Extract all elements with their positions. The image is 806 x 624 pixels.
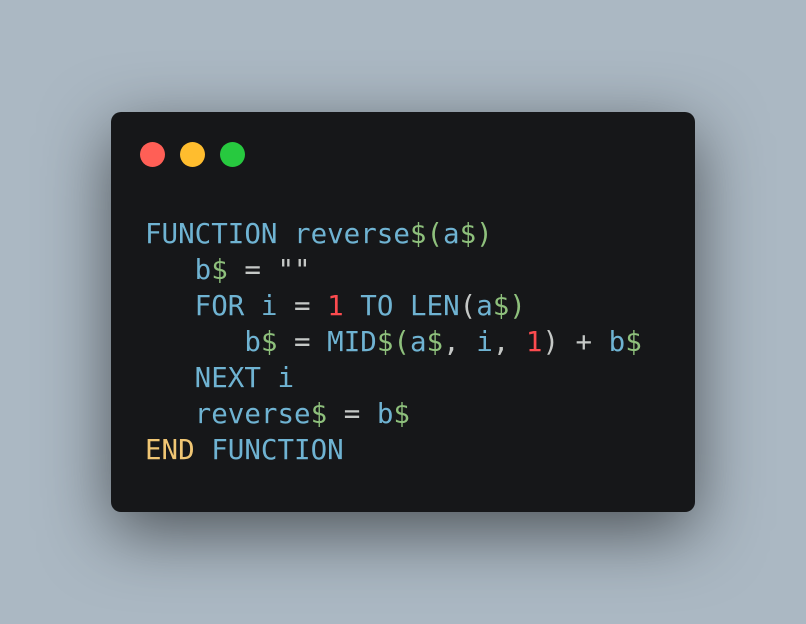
code-token: reverse bbox=[194, 398, 311, 430]
code-token: b bbox=[608, 326, 626, 358]
code-block: FUNCTION reverse$(a$) b$ = "" FOR i = 1 … bbox=[145, 216, 642, 468]
maximize-button[interactable] bbox=[220, 142, 245, 167]
code-line: FUNCTION reverse$(a$) bbox=[145, 216, 642, 252]
code-token: MID bbox=[327, 326, 377, 358]
code-token: FUNCTION bbox=[211, 434, 344, 466]
code-token: $ bbox=[211, 254, 228, 286]
code-line: FOR i = 1 TO LEN(a$) bbox=[145, 288, 642, 324]
code-token: NEXT bbox=[194, 362, 261, 394]
code-token: FUNCTION bbox=[145, 218, 278, 250]
code-token: = bbox=[277, 326, 328, 358]
code-token: a bbox=[476, 290, 493, 322]
code-token: = bbox=[327, 398, 377, 430]
code-line: reverse$ = b$ bbox=[145, 396, 642, 432]
code-token: b bbox=[376, 398, 394, 430]
code-token: , bbox=[492, 326, 526, 358]
code-token: "" bbox=[277, 254, 311, 286]
code-token: ( bbox=[459, 290, 477, 322]
code-line: END FUNCTION bbox=[145, 432, 642, 468]
code-token: 1 bbox=[327, 290, 344, 322]
code-window: FUNCTION reverse$(a$) b$ = "" FOR i = 1 … bbox=[111, 112, 695, 512]
close-button[interactable] bbox=[140, 142, 165, 167]
code-token: $) bbox=[492, 290, 526, 322]
code-token: ) + bbox=[542, 326, 609, 358]
code-token: i bbox=[476, 326, 493, 358]
code-token: a bbox=[409, 326, 427, 358]
code-token: b bbox=[194, 254, 212, 286]
code-line: b$ = MID$(a$, i, 1) + b$ bbox=[145, 324, 642, 360]
code-token: i bbox=[260, 290, 278, 322]
code-token: $ bbox=[310, 398, 328, 430]
code-token: END bbox=[145, 434, 195, 466]
minimize-button[interactable] bbox=[180, 142, 205, 167]
code-token: $( bbox=[409, 218, 444, 250]
code-token: $ bbox=[426, 326, 444, 358]
code-token: $) bbox=[459, 218, 493, 250]
code-token: $( bbox=[376, 326, 410, 358]
code-token: , bbox=[443, 326, 477, 358]
code-token: $ bbox=[260, 326, 278, 358]
code-line: b$ = "" bbox=[145, 252, 642, 288]
code-token: reverse bbox=[294, 218, 410, 250]
code-token: FOR bbox=[194, 290, 245, 322]
code-token: a bbox=[443, 218, 460, 250]
code-token: i bbox=[277, 362, 295, 394]
code-token: TO bbox=[360, 290, 394, 322]
code-token: $ bbox=[393, 398, 410, 430]
code-token: = bbox=[227, 254, 278, 286]
code-token: 1 bbox=[525, 326, 543, 358]
code-token: = bbox=[277, 290, 328, 322]
code-token: b bbox=[244, 326, 261, 358]
code-token: $ bbox=[625, 326, 642, 358]
code-token: LEN bbox=[409, 290, 460, 322]
code-line: NEXT i bbox=[145, 360, 642, 396]
